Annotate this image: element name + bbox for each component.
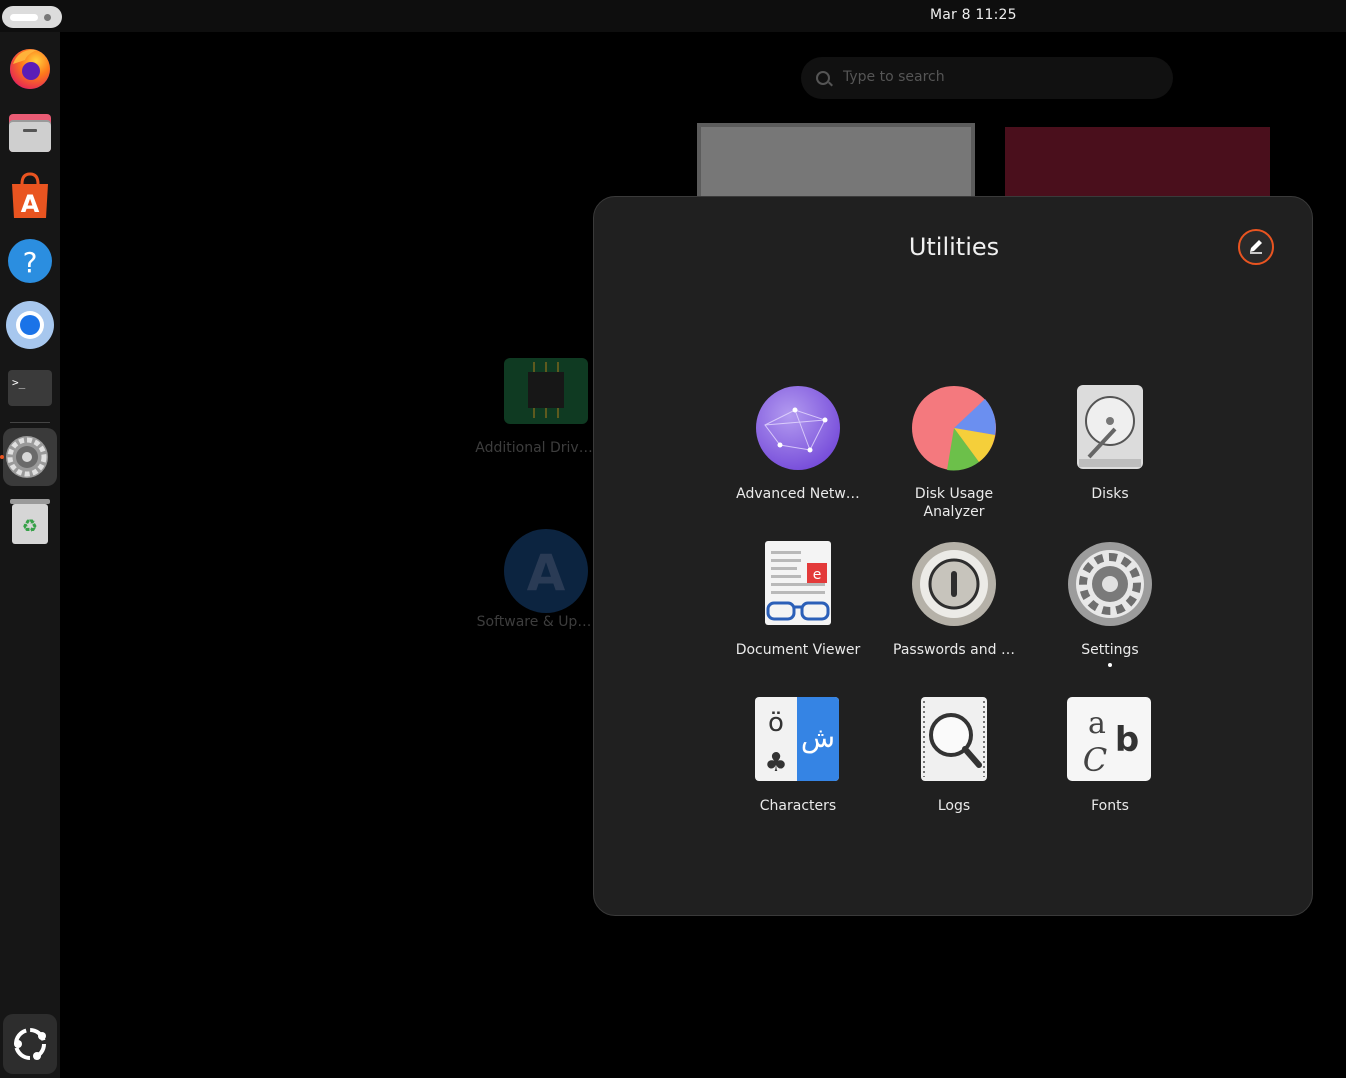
edit-folder-button[interactable]	[1238, 229, 1274, 265]
dock-separator	[10, 422, 50, 423]
app-settings[interactable]: Settings	[1032, 541, 1188, 667]
files-icon	[9, 114, 51, 152]
app-label: Settings	[1081, 642, 1139, 658]
dock-item-trash[interactable]: ♻	[3, 492, 57, 550]
activities-button[interactable]	[2, 6, 62, 28]
workspace-dot-icon	[44, 14, 51, 21]
document-viewer-icon: e	[765, 541, 831, 625]
characters-icon: ö ♣ ش	[755, 697, 839, 781]
svg-text:a: a	[1088, 706, 1106, 741]
svg-text:A: A	[21, 190, 40, 218]
logs-magnifier-icon	[921, 697, 987, 781]
app-label: Advanced Netw…	[736, 486, 860, 502]
svg-text:C: C	[1083, 741, 1107, 779]
app-advanced-network[interactable]: Advanced Netw…	[720, 385, 876, 503]
search-entry[interactable]: Type to search	[801, 57, 1173, 99]
app-label: Characters	[759, 798, 837, 814]
chromium-icon	[6, 301, 54, 349]
terminal-icon: >_	[8, 370, 52, 406]
app-label: Software & Up…	[476, 614, 592, 630]
app-label: Document Viewer	[735, 642, 861, 658]
app-characters[interactable]: ö ♣ ش Characters	[720, 697, 876, 815]
settings-gear-icon	[1068, 542, 1152, 626]
app-label: Fonts	[1091, 798, 1129, 814]
svg-text:ش: ش	[801, 721, 835, 754]
app-label: Additional Driv…	[475, 440, 593, 456]
chip-icon	[504, 358, 588, 424]
svg-text:A: A	[526, 544, 565, 602]
window-thumbnail-content	[701, 127, 971, 197]
harddisk-icon	[1077, 385, 1143, 469]
svg-text:b: b	[1115, 720, 1139, 760]
svg-text:ö: ö	[768, 708, 784, 738]
dock: A ? >_ ♻	[0, 32, 60, 1078]
dock-item-settings[interactable]	[3, 428, 57, 486]
dock-item-files[interactable]	[3, 102, 57, 160]
keyhole-icon	[912, 542, 996, 626]
top-bar: Mar 8 11:25	[0, 0, 1346, 32]
svg-text:e: e	[813, 567, 822, 583]
window-thumbnail[interactable]	[697, 123, 975, 203]
app-software-updates[interactable]: A Software & Up…	[477, 528, 597, 630]
running-indicator	[0, 455, 4, 459]
svg-text:♣: ♣	[764, 748, 787, 778]
trash-icon: ♻	[10, 499, 50, 544]
pie-chart-icon	[912, 386, 996, 471]
app-disks[interactable]: Disks	[1032, 385, 1188, 503]
app-center-icon: A	[12, 172, 48, 218]
search-icon	[816, 71, 830, 85]
search-placeholder: Type to search	[843, 69, 945, 85]
folder-title[interactable]: Utilities	[594, 233, 1314, 261]
settings-icon	[6, 436, 48, 478]
app-additional-drivers[interactable]: Additional Driv…	[475, 358, 597, 456]
pencil-icon	[1250, 240, 1262, 254]
software-updates-icon: A	[503, 529, 588, 613]
app-fonts[interactable]: a b C Fonts	[1032, 697, 1188, 815]
app-disk-usage-analyzer[interactable]: Disk Usage Analyzer	[876, 385, 1032, 521]
dock-item-help[interactable]: ?	[3, 230, 57, 288]
ubuntu-logo-icon	[14, 1028, 46, 1060]
network-globe-icon	[756, 386, 840, 470]
firefox-icon	[10, 49, 50, 89]
dock-item-terminal[interactable]: >_	[3, 358, 57, 416]
folder-popup: Utilities Advanced Netw… Disk Usage Anal…	[593, 196, 1313, 916]
fonts-icon: a b C	[1067, 697, 1151, 781]
dock-item-firefox[interactable]	[3, 38, 57, 96]
show-apps-button[interactable]	[3, 1014, 57, 1074]
app-label: Logs	[937, 798, 971, 814]
app-passwords-and-keys[interactable]: Passwords and …	[876, 541, 1032, 659]
app-document-viewer[interactable]: e Document Viewer	[720, 541, 876, 659]
app-label: Disks	[1091, 486, 1129, 502]
svg-text:>_: >_	[12, 376, 26, 389]
svg-text:♻: ♻	[22, 516, 38, 537]
help-icon: ?	[8, 239, 52, 283]
window-thumbnail[interactable]	[1005, 127, 1270, 203]
running-indicator	[1108, 663, 1112, 667]
app-label: Passwords and …	[893, 642, 1015, 658]
svg-text:?: ?	[23, 246, 38, 279]
app-label: Disk Usage Analyzer	[914, 486, 994, 520]
workspace-indicator-icon	[10, 14, 38, 21]
dock-item-chromium[interactable]	[3, 294, 57, 352]
dock-item-app-center[interactable]: A	[3, 166, 57, 224]
clock[interactable]: Mar 8 11:25	[930, 7, 1017, 23]
app-logs[interactable]: Logs	[876, 697, 1032, 815]
